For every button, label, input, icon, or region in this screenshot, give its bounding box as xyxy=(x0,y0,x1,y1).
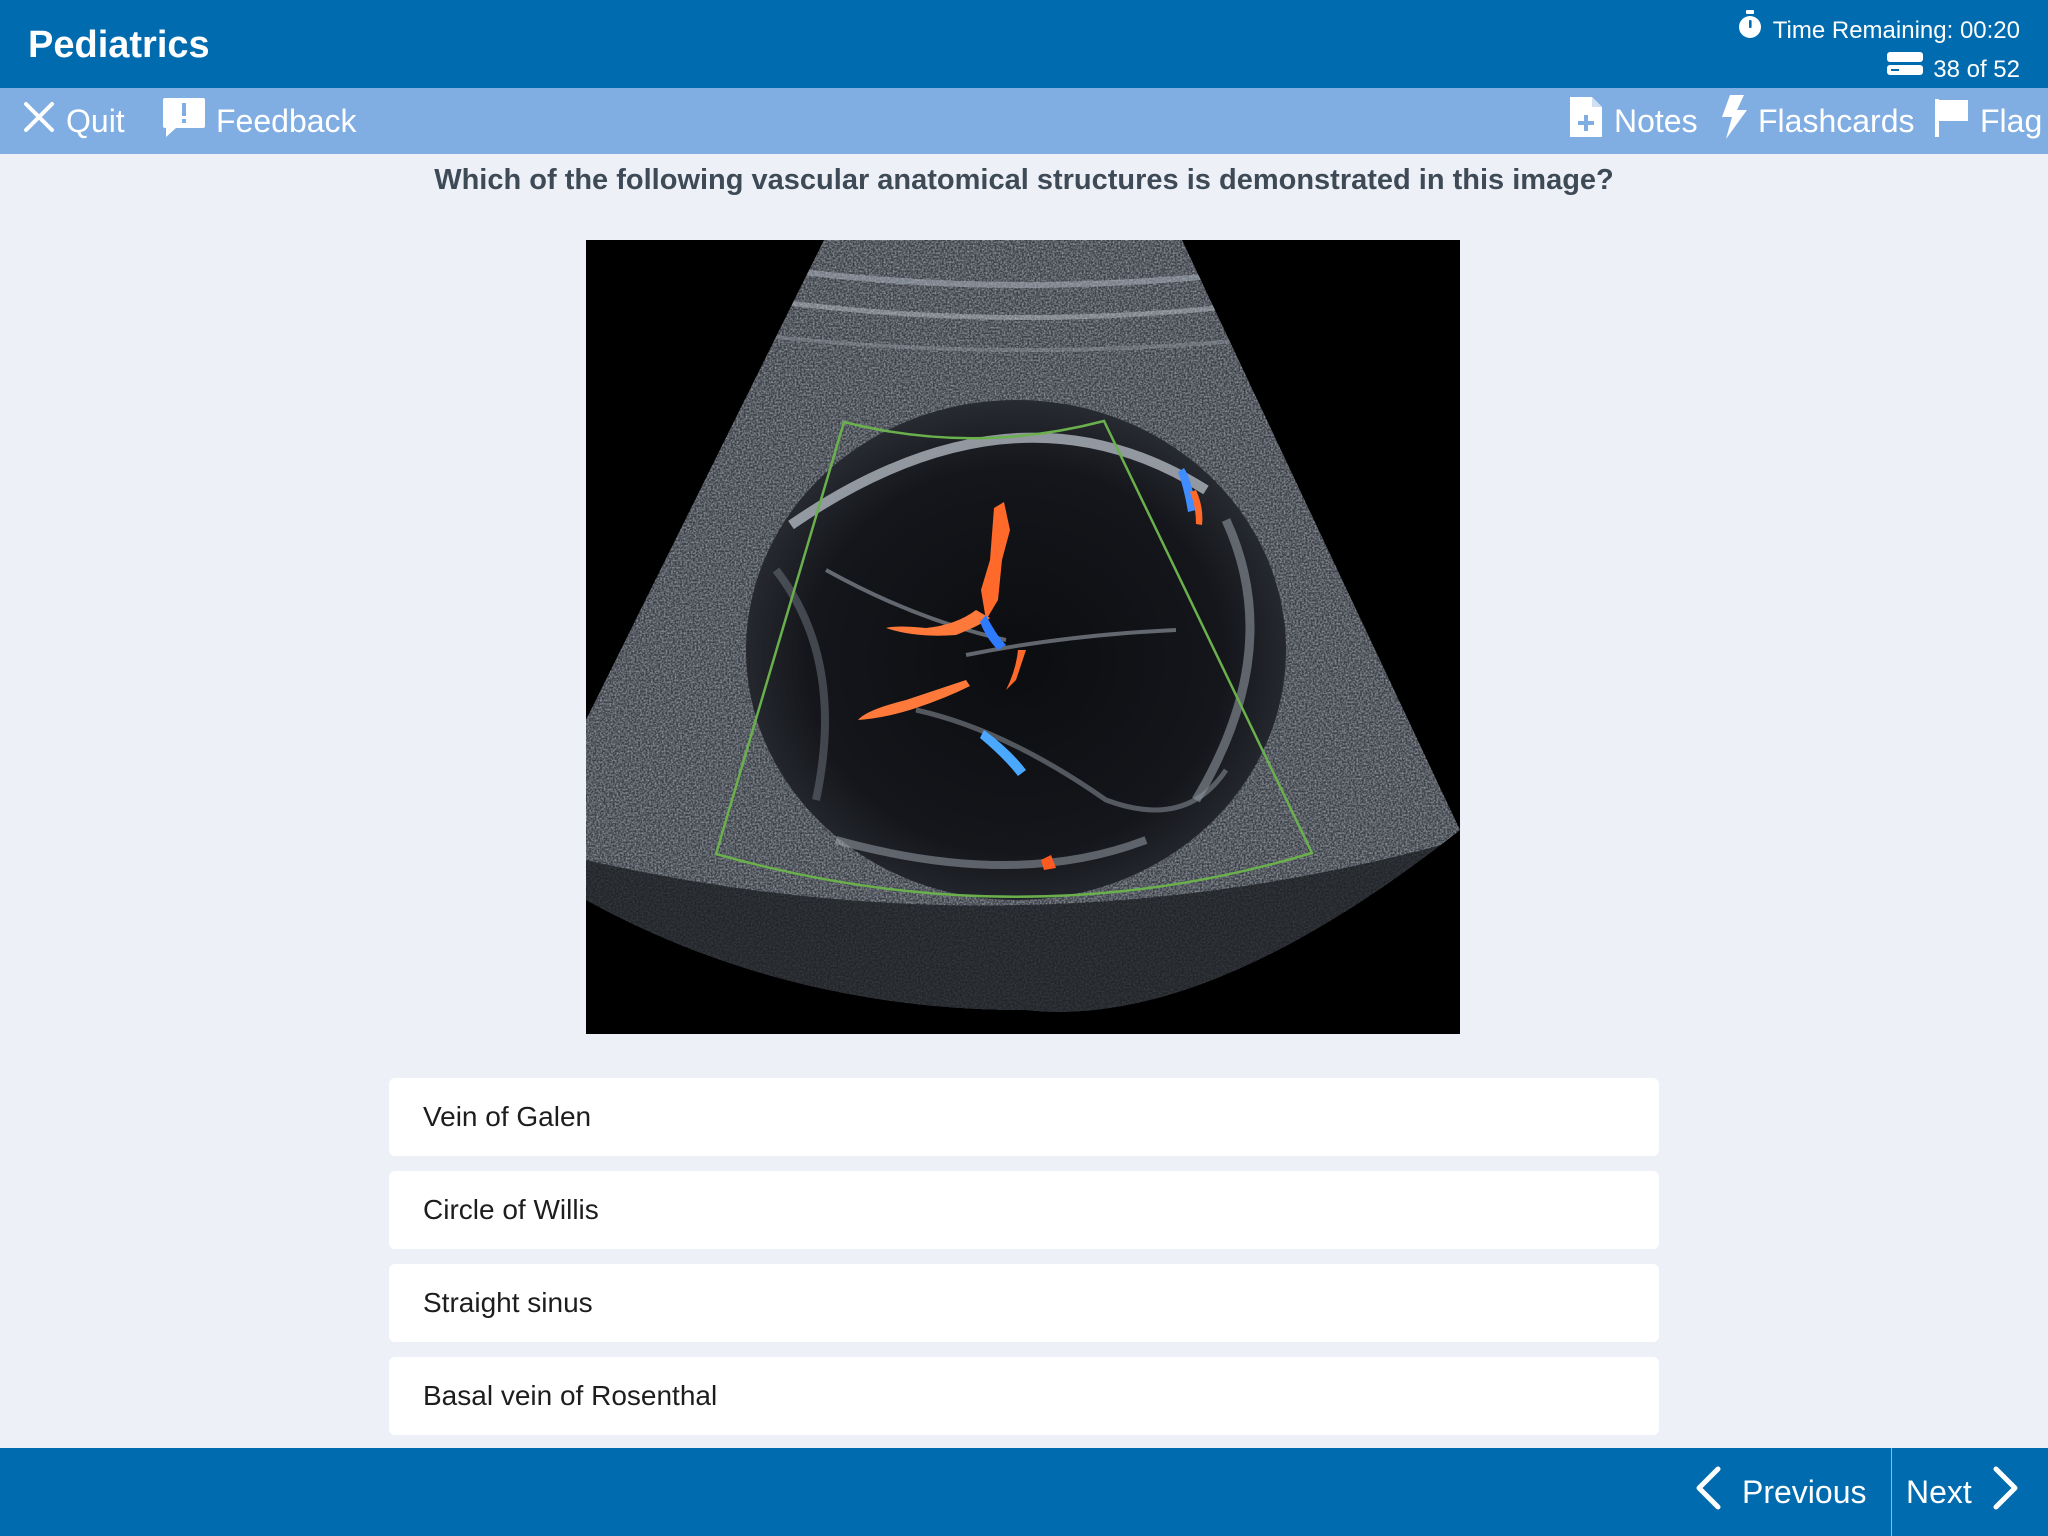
answer-option[interactable]: Basal vein of Rosenthal xyxy=(389,1357,1659,1435)
nav-divider xyxy=(1891,1448,1892,1536)
quit-label: Quit xyxy=(66,102,125,139)
timer-row: Time Remaining: 00:20 xyxy=(1737,10,2020,51)
question-stem: Which of the following vascular anatomic… xyxy=(434,164,1614,196)
notes-icon xyxy=(1568,95,1604,147)
footer-bar: Previous Next xyxy=(0,1448,2048,1536)
flag-button[interactable]: Flag xyxy=(1934,88,2042,154)
toolbar: Quit Feedback Notes Flashcards Flag xyxy=(0,88,2048,154)
exam-status: Time Remaining: 00:20 38 of 52 xyxy=(1737,10,2020,88)
notes-label: Notes xyxy=(1614,102,1698,139)
progress-row: 38 of 52 xyxy=(1737,51,2020,88)
quit-button[interactable]: Quit xyxy=(22,88,125,154)
previous-label: Previous xyxy=(1742,1473,1867,1510)
answer-label: Basal vein of Rosenthal xyxy=(423,1380,718,1411)
answer-option[interactable]: Vein of Galen xyxy=(389,1078,1659,1156)
next-button[interactable]: Next xyxy=(1906,1448,2022,1536)
answer-option[interactable]: Circle of Willis xyxy=(389,1171,1659,1249)
close-icon xyxy=(22,100,56,142)
question-stack-icon xyxy=(1887,51,1924,88)
flag-icon xyxy=(1934,97,1970,145)
feedback-icon xyxy=(162,96,206,146)
feedback-button[interactable]: Feedback xyxy=(162,88,357,154)
header-bar: Pediatrics Time Remaining: 00:20 38 of 5 xyxy=(0,0,2048,88)
notes-button[interactable]: Notes xyxy=(1568,88,1698,154)
ultrasound-image xyxy=(586,240,1460,1034)
exam-title: Pediatrics xyxy=(28,24,210,66)
answer-label: Circle of Willis xyxy=(423,1194,599,1225)
previous-button[interactable]: Previous xyxy=(1692,1448,1867,1536)
feedback-label: Feedback xyxy=(216,102,357,139)
next-label: Next xyxy=(1906,1473,1972,1510)
answer-option[interactable]: Straight sinus xyxy=(389,1264,1659,1342)
time-remaining: Time Remaining: 00:20 xyxy=(1772,16,2020,44)
flashcards-label: Flashcards xyxy=(1758,102,1915,139)
chevron-left-icon xyxy=(1692,1466,1724,1518)
chevron-right-icon xyxy=(1990,1466,2022,1518)
flashcards-button[interactable]: Flashcards xyxy=(1720,88,1915,154)
answer-label: Straight sinus xyxy=(423,1287,593,1318)
stopwatch-icon xyxy=(1737,10,1763,51)
lightning-icon xyxy=(1720,95,1748,147)
flag-label: Flag xyxy=(1980,102,2043,139)
answer-list: Vein of Galen Circle of Willis Straight … xyxy=(389,1078,1659,1450)
answer-label: Vein of Galen xyxy=(423,1101,592,1132)
question-progress: 38 of 52 xyxy=(1933,55,2020,83)
